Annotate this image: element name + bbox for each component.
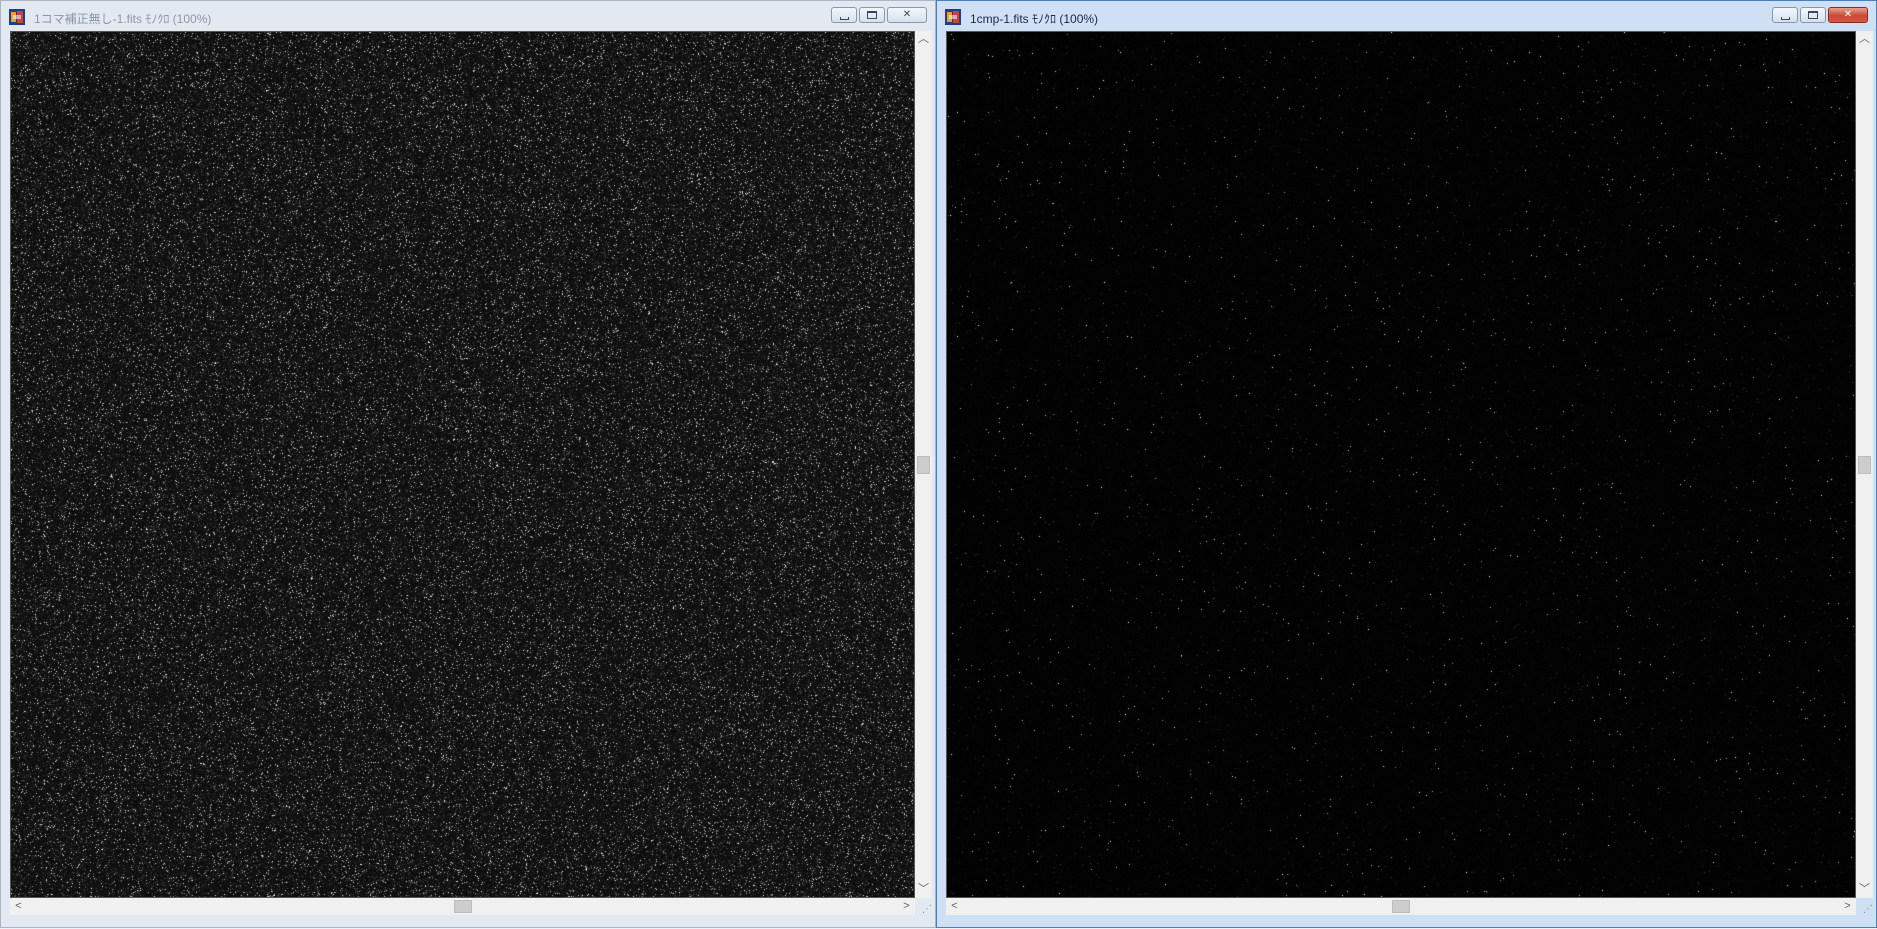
- window-title: 1コマ補正無し-1.fits ﾓﾉｸﾛ (100%): [34, 12, 212, 26]
- close-icon: ✕: [1843, 9, 1853, 20]
- horizontal-scroll-thumb[interactable]: [453, 900, 472, 913]
- maximize-icon: [867, 11, 877, 19]
- caption-buttons: ✕: [829, 7, 927, 25]
- scroll-left-button[interactable]: <: [946, 898, 963, 915]
- vertical-scrollbar[interactable]: ︿ ﹀: [1856, 31, 1873, 898]
- close-button[interactable]: ✕: [887, 7, 927, 23]
- scroll-right-button[interactable]: >: [898, 898, 915, 915]
- image-viewport[interactable]: [946, 31, 1856, 898]
- vertical-scroll-thumb[interactable]: [1858, 455, 1871, 474]
- scroll-down-button[interactable]: ﹀: [1856, 881, 1873, 898]
- minimize-button[interactable]: [831, 7, 857, 23]
- vertical-scroll-thumb[interactable]: [917, 455, 930, 474]
- scroll-down-button[interactable]: ﹀: [915, 881, 932, 898]
- scroll-left-button[interactable]: <: [10, 898, 27, 915]
- title-bar[interactable]: 1cmp-1.fits ﾓﾉｸﾛ (100%) ✕: [937, 1, 1876, 31]
- close-button[interactable]: ✕: [1828, 7, 1868, 23]
- image-window-left[interactable]: 1コマ補正無し-1.fits ﾓﾉｸﾛ (100%) ✕ ︿ ﹀ < > ⋰: [0, 0, 936, 928]
- vertical-scrollbar[interactable]: ︿ ﹀: [915, 31, 932, 898]
- image-window-right[interactable]: 1cmp-1.fits ﾓﾉｸﾛ (100%) ✕ ︿ ﹀ < > ⋰: [936, 0, 1877, 928]
- close-icon: ✕: [902, 9, 912, 20]
- app-icon: [9, 9, 25, 25]
- horizontal-scroll-thumb[interactable]: [1392, 900, 1410, 913]
- minimize-icon: [1780, 16, 1790, 20]
- maximize-icon: [1808, 11, 1818, 19]
- scroll-up-button[interactable]: ︿: [915, 31, 932, 48]
- resize-grip[interactable]: ⋰: [1856, 898, 1873, 915]
- caption-buttons: ✕: [1770, 7, 1868, 25]
- horizontal-scrollbar[interactable]: < >: [10, 898, 915, 915]
- horizontal-scrollbar[interactable]: < >: [946, 898, 1856, 915]
- window-title: 1cmp-1.fits ﾓﾉｸﾛ (100%): [970, 12, 1099, 26]
- fits-image-canvas[interactable]: [11, 32, 914, 897]
- scroll-right-button[interactable]: >: [1839, 898, 1856, 915]
- minimize-button[interactable]: [1772, 7, 1798, 23]
- scroll-up-button[interactable]: ︿: [1856, 31, 1873, 48]
- maximize-button[interactable]: [1800, 7, 1826, 23]
- minimize-icon: [839, 16, 849, 20]
- app-icon: [945, 9, 961, 25]
- maximize-button[interactable]: [859, 7, 885, 23]
- fits-image-canvas[interactable]: [947, 32, 1855, 897]
- image-viewport[interactable]: [10, 31, 915, 898]
- resize-grip[interactable]: ⋰: [915, 898, 932, 915]
- title-bar[interactable]: 1コマ補正無し-1.fits ﾓﾉｸﾛ (100%) ✕: [1, 1, 935, 31]
